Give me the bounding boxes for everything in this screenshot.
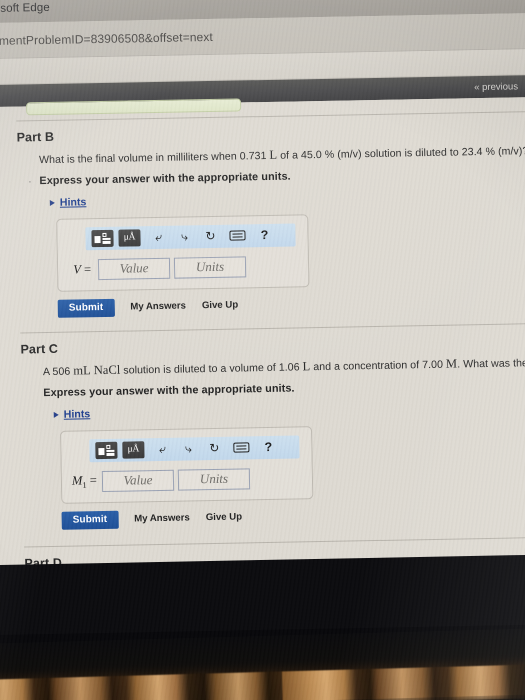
- part-c-formula-nacl: NaCl: [93, 362, 121, 378]
- laptop-bezel: [0, 554, 525, 636]
- part-c-variable-label: M1 =: [71, 473, 97, 490]
- browser-window: soft Edge mentProblemID=83906508&offset=…: [0, 0, 525, 595]
- part-b-field-row: V = Value Units: [68, 255, 298, 280]
- keyboard-icon[interactable]: [233, 442, 250, 453]
- part-c-field-row: M1 = Value Units: [72, 467, 302, 492]
- help-icon[interactable]: ?: [261, 440, 275, 454]
- laptop-screen-photo: soft Edge mentProblemID=83906508&offset=…: [0, 0, 525, 700]
- bullet-icon: ·: [28, 176, 32, 187]
- part-b-math-toolbar: μÅ ⤷ ⤷ ↻ ?: [85, 223, 296, 251]
- units-icon[interactable]: μÅ: [122, 441, 145, 459]
- part-b-hints-link[interactable]: Hints: [60, 196, 87, 208]
- part-c-give-up-link[interactable]: Give Up: [206, 512, 242, 524]
- part-b-instruction: Express your answer with the appropriate…: [39, 170, 291, 188]
- redo-icon[interactable]: ⤷: [181, 441, 195, 456]
- part-c-question-pre: A 506: [42, 365, 74, 379]
- part-c-question-post: . What was the initial concentration?: [457, 355, 525, 371]
- template-icon[interactable]: [95, 441, 118, 459]
- previous-link[interactable]: « previous: [474, 81, 518, 93]
- part-c-value-input[interactable]: Value: [101, 469, 175, 492]
- part-b-variable-label: V =: [73, 262, 92, 277]
- part-b-value-input[interactable]: Value: [97, 257, 171, 280]
- part-b-question-pre: What is the final volume in milliliters …: [38, 149, 270, 167]
- part-b-hints-row[interactable]: Hints: [18, 188, 525, 209]
- chevron-right-icon: [49, 199, 55, 206]
- part-c-instruction: Express your answer with the appropriate…: [43, 382, 295, 399]
- chevron-right-icon: [53, 411, 59, 418]
- reset-icon[interactable]: ↻: [207, 441, 221, 455]
- keyboard-icon[interactable]: [229, 230, 246, 242]
- part-c-question-mid: solution is diluted to a volume of 1.06: [120, 361, 303, 377]
- part-b-section: Part B What is the final volume in milli…: [0, 112, 525, 319]
- assignment-page: Part B What is the final volume in milli…: [0, 96, 525, 595]
- part-c-hints-row[interactable]: Hints: [22, 400, 525, 421]
- part-c-submit-button[interactable]: Submit: [61, 510, 119, 530]
- units-icon-label: μÅ: [123, 232, 136, 244]
- part-c-unit-molar: M: [445, 356, 458, 371]
- part-c-question-mid2: and a concentration of 7.00: [310, 358, 447, 374]
- url-text[interactable]: mentProblemID=83906508&offset=next: [0, 29, 213, 47]
- reset-icon[interactable]: ↻: [203, 229, 217, 243]
- help-icon[interactable]: ?: [257, 228, 271, 242]
- redo-icon[interactable]: ⤷: [177, 229, 191, 244]
- undo-icon[interactable]: ⤷: [155, 442, 169, 457]
- part-c-hints-link[interactable]: Hints: [64, 408, 91, 420]
- part-b-submit-button[interactable]: Submit: [57, 298, 115, 318]
- part-c-answer-box: μÅ ⤷ ⤷ ↻ ? M1 = Value Units: [60, 425, 314, 504]
- part-b-my-answers-link[interactable]: My Answers: [130, 301, 186, 313]
- part-c-my-answers-link[interactable]: My Answers: [134, 513, 190, 525]
- part-c-math-toolbar: μÅ ⤷ ⤷ ↻ ?: [89, 435, 300, 463]
- template-icon[interactable]: [91, 229, 114, 248]
- part-b-question-mid: of a 45.0 % (m/v) solution is diluted to…: [277, 145, 525, 162]
- part-b-give-up-link[interactable]: Give Up: [202, 300, 238, 312]
- part-b-answer-box: μÅ ⤷ ⤷ ↻ ? V = Value Units: [56, 214, 310, 292]
- undo-icon[interactable]: ⤷: [151, 230, 165, 245]
- part-c-units-input[interactable]: Units: [177, 468, 251, 491]
- window-title: soft Edge: [0, 1, 50, 15]
- part-b-instruction-row: · Express your answer with the appropria…: [17, 165, 525, 188]
- laptop-hinge-speaker-grille: [0, 627, 525, 700]
- units-icon-label: μÅ: [127, 444, 140, 455]
- part-c-unit-ml: mL: [73, 363, 91, 378]
- units-icon[interactable]: μÅ: [118, 229, 141, 247]
- part-b-units-input[interactable]: Units: [173, 256, 247, 279]
- part-c-instruction-row: Express your answer with the appropriate…: [21, 377, 525, 400]
- part-c-section: Part C A 506 mL NaCl solution is diluted…: [0, 324, 525, 531]
